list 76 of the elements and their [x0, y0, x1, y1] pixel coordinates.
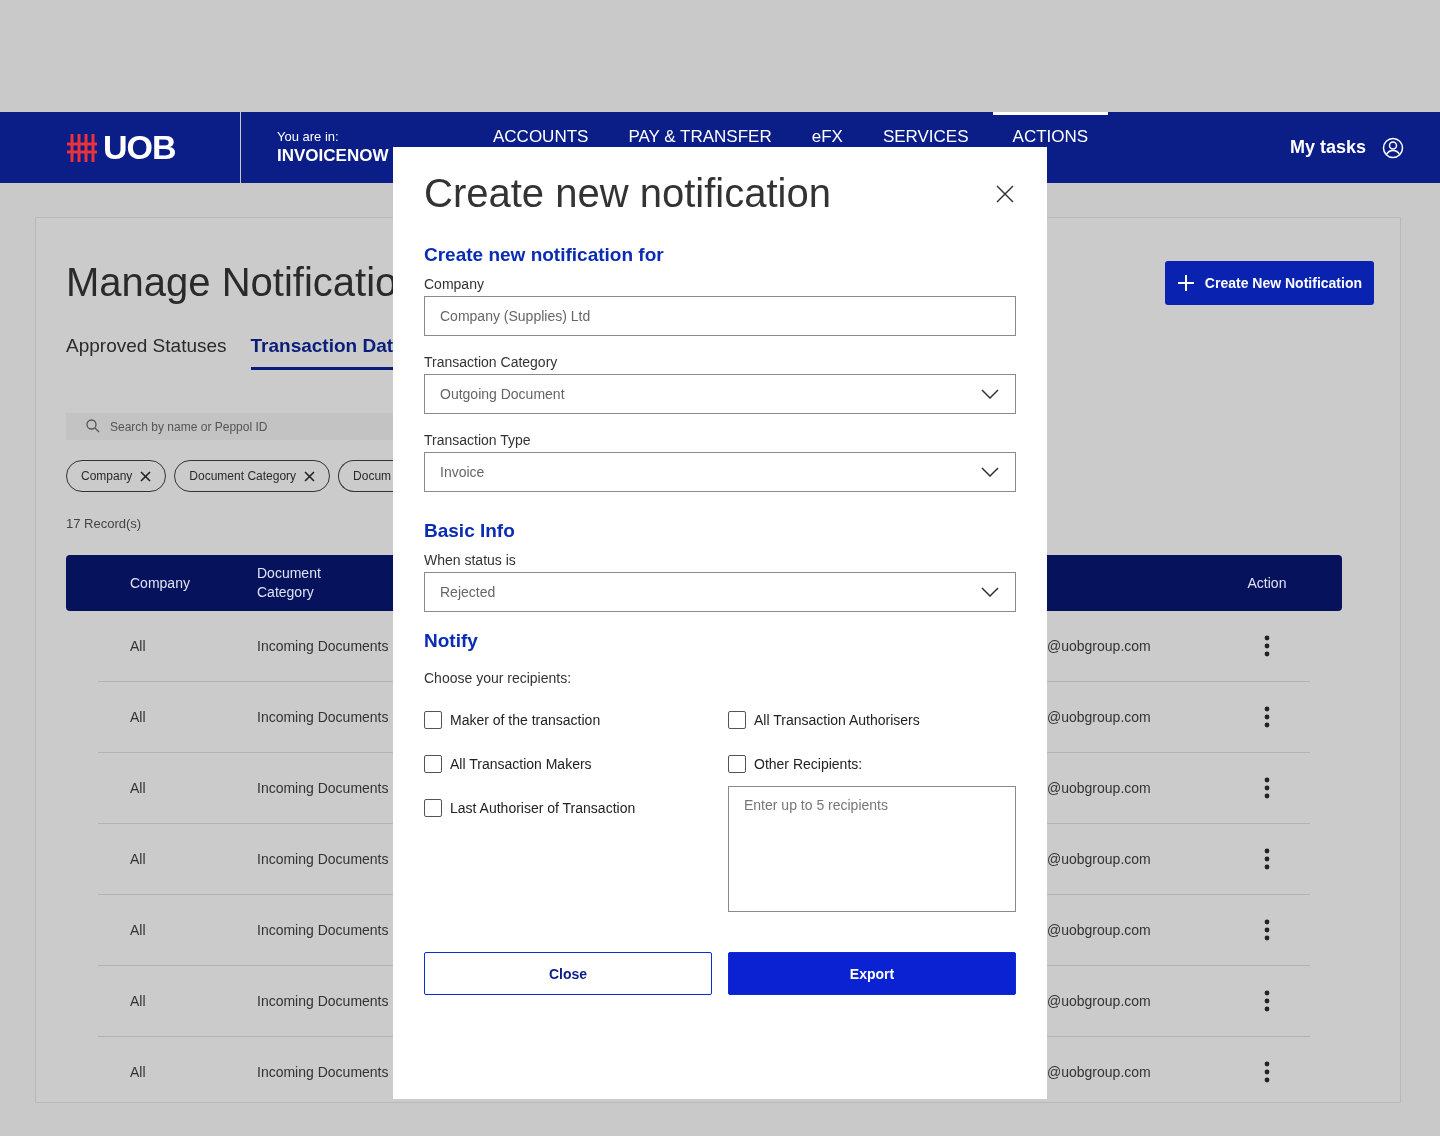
chevron-down-icon: [981, 587, 999, 597]
table-cell: @uobgroup.com: [1047, 709, 1151, 725]
table-cell: Incoming Documents: [257, 638, 389, 654]
table-cell: All: [130, 922, 146, 938]
dropdown-field[interactable]: Invoice: [424, 452, 1016, 492]
plus-icon: [1176, 273, 1195, 292]
table-cell: All: [130, 709, 146, 725]
table-cell: @uobgroup.com: [1047, 851, 1151, 867]
checkbox[interactable]: [424, 799, 442, 817]
chevron-down-icon: [981, 467, 999, 477]
checkbox-label[interactable]: Maker of the transaction: [450, 712, 601, 728]
field-label: When status is: [424, 552, 517, 568]
table-cell: Incoming Documents: [257, 851, 389, 867]
checkbox-label[interactable]: Other Recipients:: [754, 756, 863, 772]
more-options-icon[interactable]: [1264, 919, 1270, 941]
table-cell: @uobgroup.com: [1047, 1064, 1151, 1080]
section-heading: Create new notification for: [424, 244, 665, 266]
table-cell: All: [130, 780, 146, 796]
checkbox[interactable]: [728, 711, 746, 729]
logo-text[interactable]: UOB: [103, 128, 176, 167]
checkbox[interactable]: [728, 755, 746, 773]
chevron-down-icon: [981, 389, 999, 399]
table-cell: Incoming Documents: [257, 780, 389, 796]
remove-icon[interactable]: [304, 470, 316, 482]
dropdown-field[interactable]: Outgoing Document: [424, 374, 1016, 414]
table-cell: Incoming Documents: [257, 1064, 389, 1080]
remove-icon[interactable]: [140, 470, 152, 482]
recipients-field[interactable]: Enter up to 5 recipients: [728, 786, 1016, 912]
more-options-icon[interactable]: [1264, 990, 1270, 1012]
search-field[interactable]: Search by name or Peppol ID: [66, 413, 393, 440]
page-title: Manage Notificatio: [66, 260, 398, 305]
table-cell: All: [130, 638, 146, 654]
checkbox[interactable]: [424, 755, 442, 773]
more-options-icon[interactable]: [1264, 1061, 1270, 1083]
close-icon[interactable]: [996, 184, 1014, 203]
table-cell: @uobgroup.com: [1047, 638, 1151, 654]
logo-icon: [67, 132, 97, 163]
location-label: You are in:: [277, 129, 340, 144]
dropdown-field[interactable]: Rejected: [424, 572, 1016, 612]
table-cell: Incoming Documents: [257, 922, 389, 938]
my-tasks-link[interactable]: My tasks: [1289, 137, 1366, 158]
recipients-prompt: Choose your recipients:: [424, 670, 573, 686]
table-cell: Incoming Documents: [257, 709, 389, 725]
section-heading: Basic Info: [424, 520, 516, 542]
section-heading: Notify: [424, 630, 479, 652]
table-cell: @uobgroup.com: [1047, 922, 1151, 938]
column-header: Company: [130, 573, 191, 593]
export-button[interactable]: Export: [728, 952, 1016, 995]
search-icon: [86, 419, 100, 433]
table-cell: All: [130, 851, 146, 867]
dialog-title: Create new notification: [424, 171, 831, 216]
column-header: Action: [1247, 573, 1287, 593]
user-icon[interactable]: [1382, 136, 1404, 159]
column-header: Document Category: [257, 564, 322, 602]
checkbox-label[interactable]: Last Authoriser of Transaction: [450, 800, 636, 816]
location-name: INVOICENOW: [277, 146, 390, 166]
checkbox-label[interactable]: All Transaction Authorisers: [754, 712, 920, 728]
record-count: 17 Record(s): [66, 516, 142, 531]
field-label: Company: [424, 276, 485, 292]
text-field[interactable]: Company (Supplies) Ltd: [424, 296, 1016, 336]
checkbox[interactable]: [424, 711, 442, 729]
more-options-icon[interactable]: [1264, 777, 1270, 799]
tab[interactable]: Approved Statuses: [66, 335, 227, 370]
more-options-icon[interactable]: [1264, 706, 1270, 728]
create-notification-button[interactable]: Create New Notification: [1164, 260, 1374, 305]
table-cell: Incoming Documents: [257, 993, 389, 1009]
close-button[interactable]: Close: [424, 952, 712, 995]
field-label: Transaction Category: [424, 354, 559, 370]
more-options-icon[interactable]: [1264, 848, 1270, 870]
more-options-icon[interactable]: [1264, 635, 1270, 657]
field-label: Transaction Type: [424, 432, 532, 448]
table-cell: @uobgroup.com: [1047, 993, 1151, 1009]
table-cell: All: [130, 1064, 146, 1080]
table-cell: All: [130, 993, 146, 1009]
table-cell: @uobgroup.com: [1047, 780, 1151, 796]
checkbox-label[interactable]: All Transaction Makers: [450, 756, 592, 772]
